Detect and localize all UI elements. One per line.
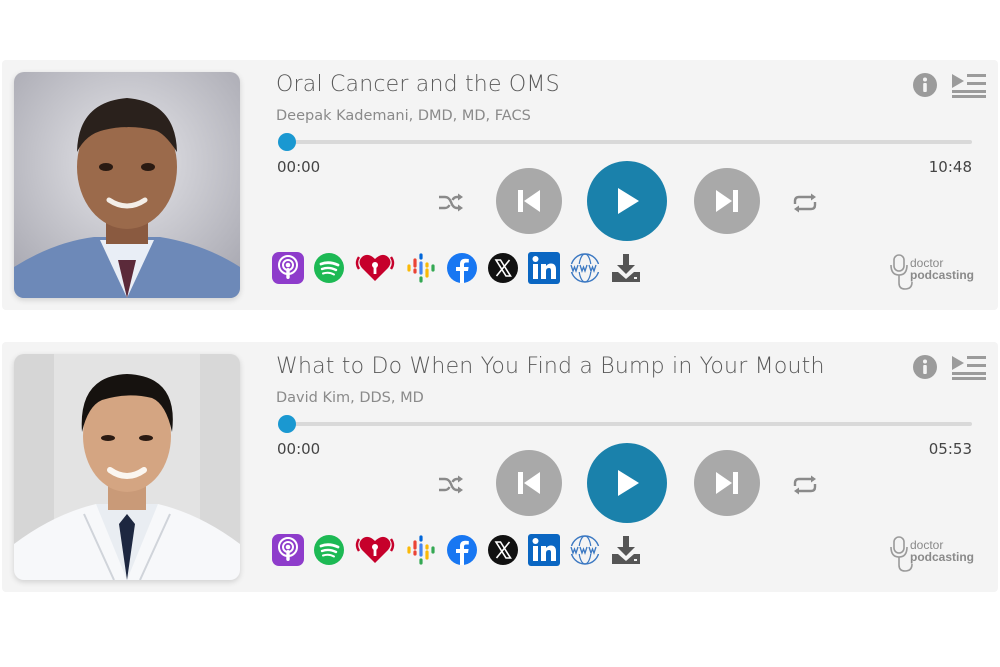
apple-podcasts-icon <box>272 252 304 284</box>
x-icon <box>488 253 518 283</box>
info-icon[interactable] <box>912 72 938 98</box>
repeat-icon <box>793 475 817 495</box>
website-icon <box>570 535 600 565</box>
doctor-podcasting-logo[interactable]: doctor podcasting <box>890 253 982 291</box>
next-button[interactable] <box>694 450 760 516</box>
skip-previous-icon <box>518 190 540 212</box>
doctor-podcasting-logo[interactable]: doctor podcasting <box>890 535 982 573</box>
shuffle-button[interactable] <box>436 190 466 216</box>
next-button[interactable] <box>694 168 760 234</box>
facebook-link[interactable] <box>446 252 478 284</box>
progress-handle[interactable] <box>278 415 296 433</box>
subscribe-links <box>272 534 651 566</box>
website-link[interactable] <box>569 534 601 566</box>
spotify-link[interactable] <box>313 534 345 566</box>
previous-button[interactable] <box>496 168 562 234</box>
google-podcasts-link[interactable] <box>405 252 437 284</box>
speaker-photo <box>14 72 240 298</box>
apple-podcasts-link[interactable] <box>272 534 304 566</box>
linkedin-link[interactable] <box>528 252 560 284</box>
website-icon <box>570 253 600 283</box>
svg-text:podcasting: podcasting <box>910 550 974 564</box>
apple-podcasts-link[interactable] <box>272 252 304 284</box>
iheartradio-link[interactable] <box>354 252 396 284</box>
play-button[interactable] <box>587 161 667 241</box>
iheartradio-icon <box>355 536 395 563</box>
x-link[interactable] <box>487 252 519 284</box>
website-link[interactable] <box>569 252 601 284</box>
shuffle-icon <box>439 193 463 212</box>
skip-next-icon <box>716 190 738 212</box>
shuffle-icon <box>439 475 463 494</box>
repeat-button[interactable] <box>790 190 820 216</box>
x-icon <box>488 535 518 565</box>
progress-handle[interactable] <box>278 133 296 151</box>
download-icon <box>612 536 640 564</box>
shuffle-button[interactable] <box>436 472 466 498</box>
repeat-button[interactable] <box>790 472 820 498</box>
podcast-player-2: What to Do When You Find a Bump in Your … <box>2 342 998 592</box>
episode-title: Oral Cancer and the OMS <box>276 72 560 97</box>
iheartradio-icon <box>355 254 395 281</box>
podcast-player-1: Oral Cancer and the OMS Deepak Kademani,… <box>2 60 998 310</box>
playlist-icon[interactable] <box>950 354 988 380</box>
svg-text:podcasting: podcasting <box>910 268 974 282</box>
play-button[interactable] <box>587 443 667 523</box>
facebook-link[interactable] <box>446 534 478 566</box>
google-podcasts-icon <box>407 253 435 283</box>
current-time: 00:00 <box>277 158 321 176</box>
previous-button[interactable] <box>496 450 562 516</box>
linkedin-link[interactable] <box>528 534 560 566</box>
facebook-icon <box>447 253 477 283</box>
download-link[interactable] <box>610 252 642 284</box>
episode-author: Deepak Kademani, DMD, MD, FACS <box>276 108 531 124</box>
progress-bar[interactable] <box>278 133 972 151</box>
x-link[interactable] <box>487 534 519 566</box>
linkedin-icon <box>528 252 560 284</box>
download-icon <box>612 254 640 282</box>
play-icon <box>618 470 639 496</box>
spotify-icon <box>314 253 344 283</box>
repeat-icon <box>793 193 817 213</box>
spotify-icon <box>314 535 344 565</box>
duration: 05:53 <box>928 440 972 458</box>
spotify-link[interactable] <box>313 252 345 284</box>
episode-author: David Kim, DDS, MD <box>276 390 424 406</box>
google-podcasts-icon <box>407 535 435 565</box>
progress-bar[interactable] <box>278 415 972 433</box>
google-podcasts-link[interactable] <box>405 534 437 566</box>
duration: 10:48 <box>928 158 972 176</box>
episode-title: What to Do When You Find a Bump in Your … <box>276 354 825 379</box>
skip-previous-icon <box>518 472 540 494</box>
linkedin-icon <box>528 534 560 566</box>
iheartradio-link[interactable] <box>354 534 396 566</box>
skip-next-icon <box>716 472 738 494</box>
download-link[interactable] <box>610 534 642 566</box>
facebook-icon <box>447 535 477 565</box>
play-icon <box>618 188 639 214</box>
subscribe-links <box>272 252 651 284</box>
current-time: 00:00 <box>277 440 321 458</box>
playlist-icon[interactable] <box>950 72 988 98</box>
apple-podcasts-icon <box>272 534 304 566</box>
speaker-photo <box>14 354 240 580</box>
info-icon[interactable] <box>912 354 938 380</box>
